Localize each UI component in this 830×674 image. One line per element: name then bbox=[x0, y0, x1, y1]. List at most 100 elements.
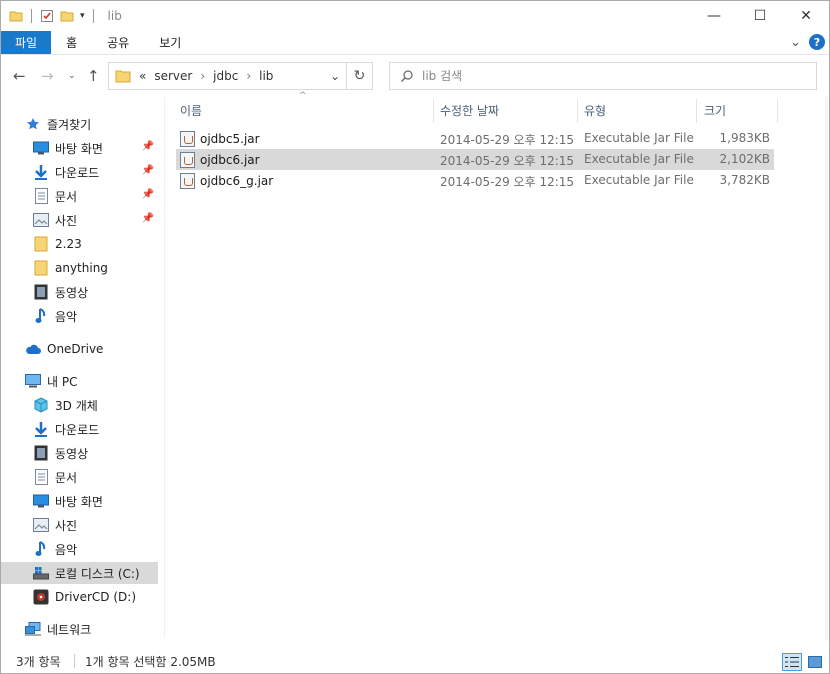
refresh-button[interactable]: ↻ bbox=[346, 63, 372, 89]
nav-folder-2-23[interactable]: 2.23 bbox=[33, 233, 158, 255]
explorer-window: ▾ lib — ☐ ✕ 파일 홈 공유 보기 ⌄ ? ← → ⌄ ↑ « ser… bbox=[0, 0, 830, 674]
navigation-bar: ← → ⌄ ↑ « server › jdbc › lib ⌄ ↻ bbox=[1, 61, 829, 91]
breadcrumb-jdbc[interactable]: jdbc bbox=[213, 69, 238, 83]
ribbon-right: ⌄ ? bbox=[790, 34, 825, 50]
item-count: 3개 항목 bbox=[16, 654, 61, 669]
nav-music[interactable]: 음악 bbox=[33, 305, 158, 327]
nav-onedrive[interactable]: OneDrive bbox=[25, 338, 182, 360]
search-input[interactable] bbox=[422, 69, 802, 83]
file-row[interactable]: ojdbc5.jar 2014-05-29 오후 12:15 Executabl… bbox=[176, 128, 774, 149]
nav-pc-documents[interactable]: 문서 bbox=[33, 466, 158, 488]
nav-this-pc[interactable]: 내 PC bbox=[25, 370, 182, 392]
breadcrumb: « server › jdbc › lib bbox=[109, 69, 324, 83]
folder-icon bbox=[9, 11, 23, 22]
toolbar-separator bbox=[31, 9, 32, 23]
pin-icon[interactable]: 📌 bbox=[142, 189, 154, 200]
nav-pc-desktop[interactable]: 바탕 화면 bbox=[33, 490, 158, 512]
nav-label: 3D 개체 bbox=[55, 398, 98, 413]
file-size: 2,102KB bbox=[719, 152, 770, 166]
file-date: 2014-05-29 오후 12:15 bbox=[440, 133, 575, 147]
column-header-type[interactable]: 유형 bbox=[584, 97, 694, 123]
customize-toolbar-icon[interactable]: ▾ bbox=[80, 11, 85, 21]
address-dropdown-icon[interactable]: ⌄ bbox=[324, 69, 346, 83]
nav-pc-downloads[interactable]: 다운로드 bbox=[33, 418, 158, 440]
jar-file-icon bbox=[180, 173, 195, 189]
nav-videos[interactable]: 동영상 bbox=[33, 281, 158, 303]
pane-divider[interactable] bbox=[164, 97, 165, 637]
music-note-icon bbox=[33, 308, 49, 324]
properties-icon[interactable] bbox=[40, 9, 54, 23]
pin-icon[interactable]: 📌 bbox=[142, 165, 154, 176]
film-icon bbox=[33, 445, 49, 461]
help-icon[interactable]: ? bbox=[809, 34, 825, 50]
column-divider[interactable] bbox=[777, 99, 778, 123]
nav-network[interactable]: 네트워크 bbox=[25, 618, 182, 640]
minimize-button[interactable]: — bbox=[691, 1, 737, 31]
expand-ribbon-icon[interactable]: ⌄ bbox=[790, 35, 801, 50]
nav-label: 네트워크 bbox=[47, 622, 92, 637]
new-folder-icon[interactable] bbox=[60, 9, 74, 23]
recent-locations-icon[interactable]: ⌄ bbox=[68, 71, 76, 81]
nav-label: 동영상 bbox=[55, 446, 89, 461]
close-button[interactable]: ✕ bbox=[783, 1, 829, 31]
nav-pc-pictures[interactable]: 사진 bbox=[33, 514, 158, 536]
column-divider[interactable] bbox=[577, 99, 578, 123]
computer-icon bbox=[25, 373, 41, 389]
up-arrow-icon[interactable]: ↑ bbox=[87, 67, 100, 85]
breadcrumb-separator[interactable]: › bbox=[246, 69, 251, 83]
column-divider[interactable] bbox=[696, 99, 697, 123]
nav-folder-anything[interactable]: anything bbox=[33, 257, 158, 279]
file-name-cell: ojdbc6_g.jar bbox=[180, 173, 273, 189]
details-view-icon[interactable] bbox=[782, 653, 802, 671]
tab-home[interactable]: 홈 bbox=[51, 31, 92, 54]
nav-quick-access[interactable]: 즐겨찾기 bbox=[25, 113, 182, 135]
jar-file-icon bbox=[180, 131, 195, 147]
folder-icon bbox=[33, 260, 49, 276]
nav-label: 음악 bbox=[55, 542, 78, 557]
folder-icon bbox=[115, 70, 131, 83]
file-type: Executable Jar File bbox=[584, 173, 694, 187]
back-arrow-icon[interactable]: ← bbox=[13, 67, 26, 85]
pictures-icon bbox=[33, 517, 49, 533]
file-name-cell: ojdbc6.jar bbox=[180, 152, 260, 168]
address-bar[interactable]: « server › jdbc › lib ⌄ ↻ bbox=[108, 62, 373, 90]
title-bar: ▾ lib — ☐ ✕ bbox=[1, 1, 829, 31]
vertical-scrollbar[interactable] bbox=[825, 97, 828, 641]
nav-desktop[interactable]: 바탕 화면 📌 bbox=[33, 137, 158, 159]
breadcrumb-separator[interactable]: › bbox=[200, 69, 205, 83]
ribbon-tabs: 파일 홈 공유 보기 ⌄ ? bbox=[1, 31, 829, 55]
nav-local-disk-c[interactable]: 로컬 디스크 (C:) bbox=[1, 562, 158, 584]
search-icon bbox=[401, 70, 413, 82]
navigation-pane: 즐겨찾기 바탕 화면 📌 다운로드 📌 문서 📌 사진 📌 2.23 anyth… bbox=[1, 113, 161, 643]
tab-file[interactable]: 파일 bbox=[1, 31, 52, 54]
pin-icon[interactable]: 📌 bbox=[142, 213, 154, 224]
nav-label: 다운로드 bbox=[55, 165, 100, 180]
maximize-button[interactable]: ☐ bbox=[737, 1, 783, 31]
tab-share[interactable]: 공유 bbox=[92, 31, 144, 54]
status-separator bbox=[74, 654, 75, 668]
file-row[interactable]: ojdbc6_g.jar 2014-05-29 오후 12:15 Executa… bbox=[176, 170, 774, 191]
breadcrumb-lib[interactable]: lib bbox=[259, 69, 273, 83]
column-header-date[interactable]: 수정한 날짜 bbox=[440, 97, 570, 123]
file-date: 2014-05-29 오후 12:15 bbox=[440, 175, 575, 189]
pin-icon[interactable]: 📌 bbox=[142, 141, 154, 152]
nav-label: 2.23 bbox=[55, 237, 82, 251]
breadcrumb-server[interactable]: server bbox=[154, 69, 192, 83]
nav-downloads[interactable]: 다운로드 📌 bbox=[33, 161, 158, 183]
column-divider[interactable] bbox=[433, 99, 434, 123]
nav-pc-music[interactable]: 음악 bbox=[33, 538, 158, 560]
nav-label: 바탕 화면 bbox=[55, 141, 103, 156]
nav-3d-objects[interactable]: 3D 개체 bbox=[33, 394, 158, 416]
nav-documents[interactable]: 문서 📌 bbox=[33, 185, 158, 207]
nav-pictures[interactable]: 사진 📌 bbox=[33, 209, 158, 231]
tab-view[interactable]: 보기 bbox=[144, 31, 196, 54]
column-header-size[interactable]: 크기 bbox=[704, 97, 774, 123]
breadcrumb-overflow[interactable]: « bbox=[139, 69, 146, 83]
search-box[interactable] bbox=[389, 62, 817, 90]
large-icons-view-icon[interactable] bbox=[805, 653, 825, 671]
column-header-name[interactable]: 이름 bbox=[180, 97, 430, 123]
nav-pc-videos[interactable]: 동영상 bbox=[33, 442, 158, 464]
nav-drivercd-d[interactable]: DriverCD (D:) bbox=[33, 586, 158, 608]
forward-arrow-icon[interactable]: → bbox=[41, 67, 54, 85]
file-row-selected[interactable]: ojdbc6.jar 2014-05-29 오후 12:15 Executabl… bbox=[176, 149, 774, 170]
